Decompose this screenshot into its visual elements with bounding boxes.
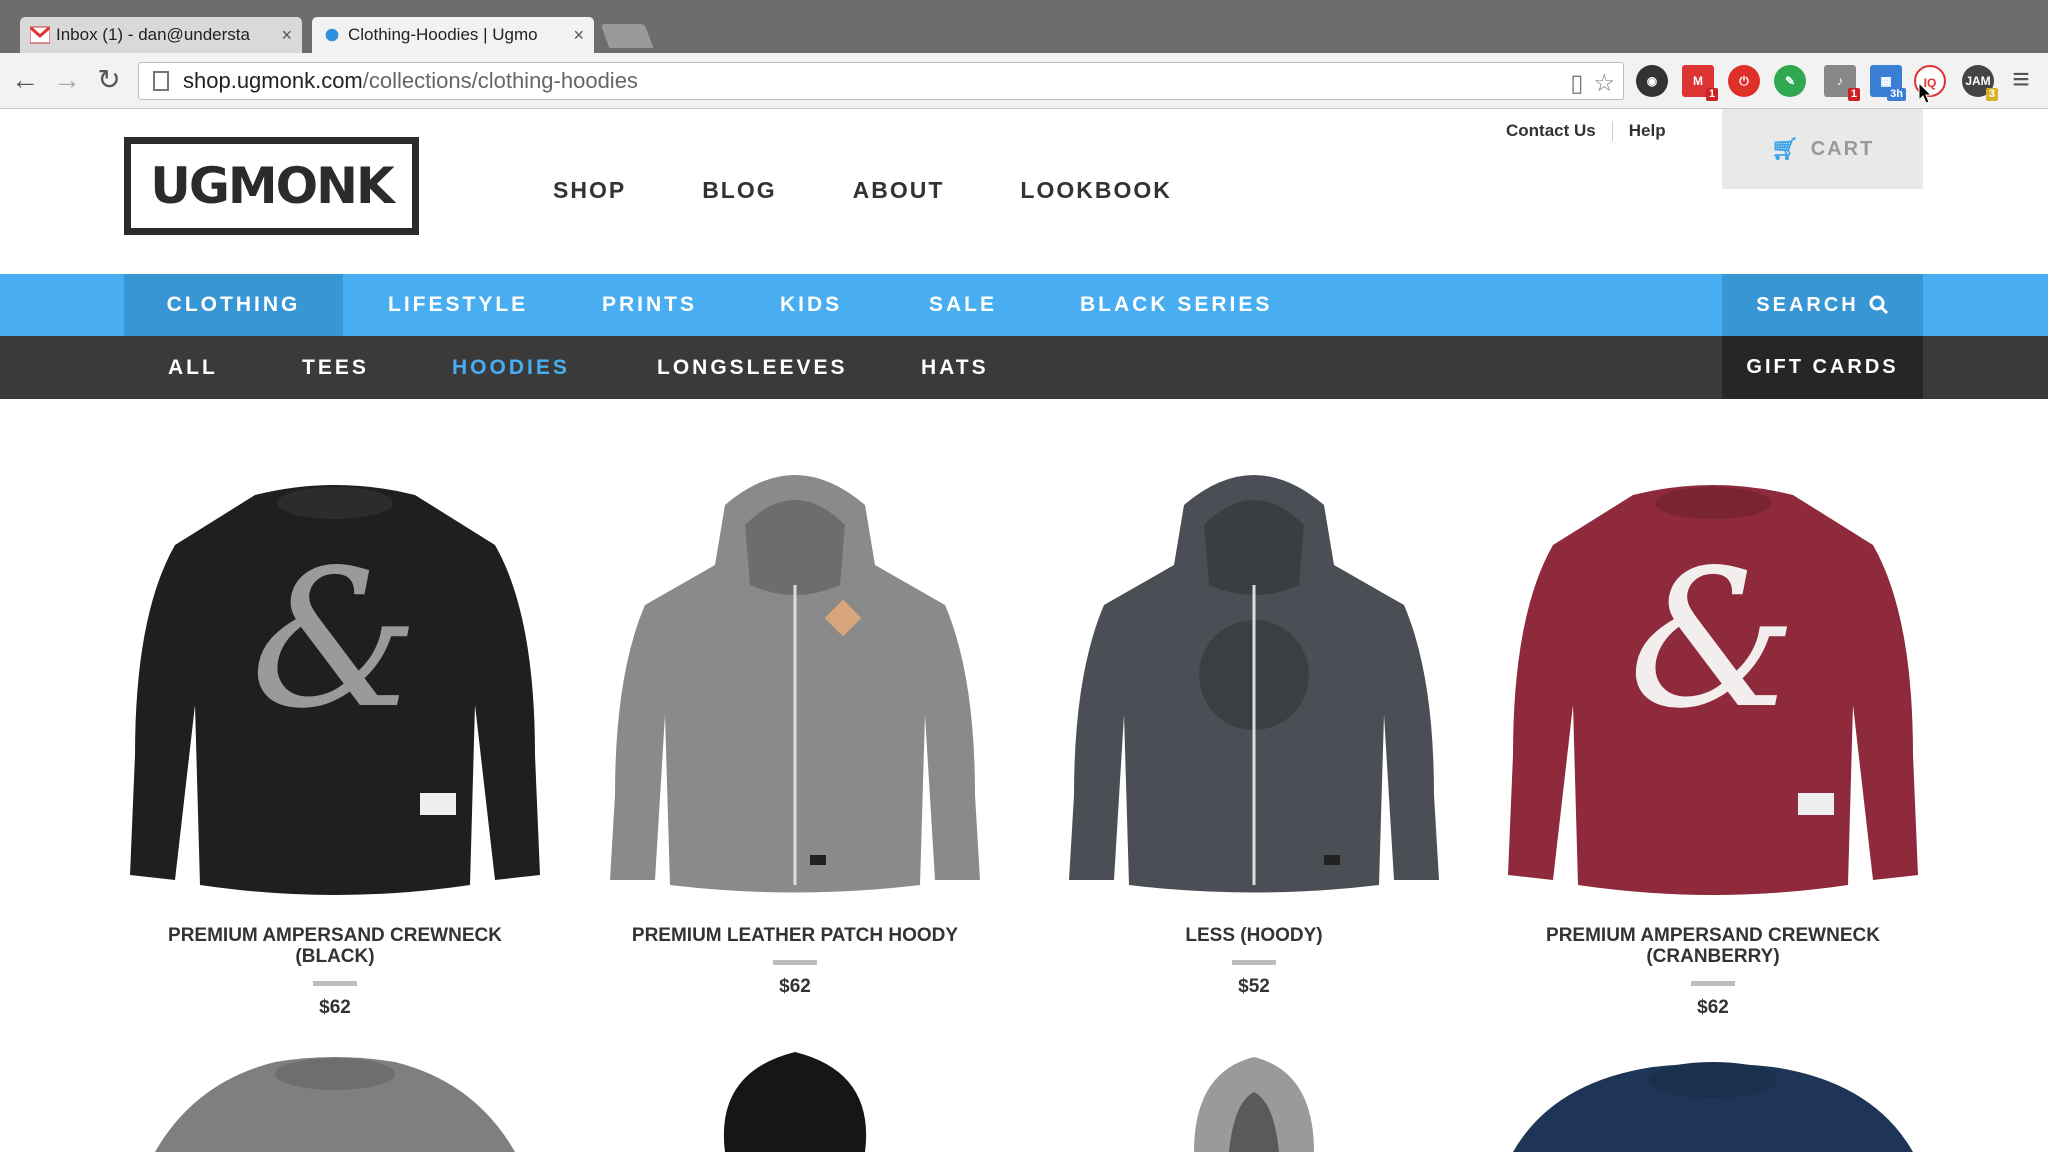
notification-bell-icon[interactable]: ♪ 1 — [1824, 65, 1860, 101]
product-image-partial[interactable] — [575, 1052, 1015, 1152]
product-price: $62 — [319, 997, 351, 1018]
color-picker-extension-icon[interactable]: ◉ — [1636, 65, 1668, 97]
product-image-crewneck-black[interactable]: & — [115, 455, 555, 905]
subcategory-bar: ALL TEES HOODIES LONGSLEEVES HATS GIFT C… — [0, 336, 2048, 399]
divider — [773, 960, 817, 965]
tab-ugmonk[interactable]: Clothing-Hoodies | Ugmo × — [312, 17, 594, 53]
badge-count: 1 — [1847, 88, 1860, 101]
close-tab-icon[interactable]: × — [281, 25, 292, 46]
category-sale[interactable]: SALE — [929, 274, 997, 336]
nav-lookbook[interactable]: LOOKBOOK — [1020, 177, 1171, 204]
badge-count: 1 — [1705, 88, 1718, 101]
search-icon — [1869, 295, 1888, 315]
subcategory-hoodies[interactable]: HOODIES — [452, 336, 570, 399]
divider — [1611, 121, 1613, 141]
product-image-partial[interactable] — [1034, 1052, 1474, 1152]
product-name[interactable]: PREMIUM AMPERSAND CREWNECK (BLACK) — [115, 925, 555, 967]
divider — [1691, 981, 1735, 986]
nav-about[interactable]: ABOUT — [853, 177, 945, 204]
product-name[interactable]: PREMIUM LEATHER PATCH HOODY — [575, 925, 1015, 946]
search-button[interactable]: SEARCH — [1722, 274, 1923, 336]
product-card[interactable]: PREMIUM LEATHER PATCH HOODY $62 — [575, 455, 1015, 998]
tab-gmail[interactable]: Inbox (1) - dan@understa × — [20, 17, 302, 53]
nav-shop[interactable]: SHOP — [553, 177, 626, 204]
subcategory-all[interactable]: ALL — [168, 336, 218, 399]
divider — [313, 981, 357, 986]
browser-tab-strip: Inbox (1) - dan@understa × Clothing-Hood… — [0, 0, 2048, 53]
help-link[interactable]: Help — [1629, 121, 1666, 141]
calendar-extension-icon[interactable]: ▦ 3h — [1870, 65, 1906, 101]
tab-label: Inbox (1) - dan@understa — [56, 25, 250, 44]
category-bar: CLOTHING LIFESTYLE PRINTS KIDS SALE BLAC… — [0, 274, 2048, 336]
category-prints[interactable]: PRINTS — [602, 274, 697, 336]
address-bar[interactable]: shop.ugmonk.com/collections/clothing-hoo… — [138, 62, 1624, 100]
category-black-series[interactable]: BLACK SERIES — [1080, 274, 1272, 336]
cart-icon: 🛒︎ — [1770, 136, 1801, 161]
back-icon[interactable]: ← — [8, 63, 42, 97]
product-image-crewneck-cranberry[interactable]: & — [1493, 455, 1933, 905]
power-extension-icon[interactable]: ⏻ — [1728, 65, 1760, 97]
page-icon — [153, 71, 169, 91]
svg-text:&: & — [1628, 529, 1797, 750]
search-label: SEARCH — [1756, 293, 1859, 316]
cart-label: CART — [1810, 137, 1875, 160]
url-host: shop.ugmonk.com — [183, 68, 363, 93]
product-card[interactable]: & PREMIUM AMPERSAND CREWNECK (CRANBERRY)… — [1493, 455, 1933, 1019]
reload-icon[interactable]: ↻ — [92, 63, 126, 97]
menu-icon[interactable]: ≡ — [2004, 63, 2038, 97]
badge-count: 3h — [1887, 88, 1906, 101]
evernote-extension-icon[interactable]: ✎ — [1774, 65, 1806, 97]
category-lifestyle[interactable]: LIFESTYLE — [388, 274, 528, 336]
new-tab-button[interactable] — [600, 24, 654, 48]
globe-icon — [325, 28, 339, 42]
main-nav: SHOP BLOG ABOUT LOOKBOOK — [553, 177, 1172, 204]
category-clothing[interactable]: CLOTHING — [124, 274, 343, 336]
forward-icon[interactable]: → — [50, 63, 84, 97]
gift-cards-button[interactable]: GIFT CARDS — [1722, 336, 1923, 399]
svg-text:&: & — [250, 529, 419, 750]
url-path: /collections/clothing-hoodies — [362, 68, 638, 93]
product-image-partial[interactable] — [1493, 1052, 1933, 1152]
jam-extension-icon[interactable]: JAM 3 — [1962, 65, 1998, 101]
product-image-leather-patch-hoody[interactable] — [575, 455, 1015, 905]
mouse-cursor-icon — [1918, 82, 1932, 104]
subcategory-tees[interactable]: TEES — [302, 336, 369, 399]
gmail-icon — [30, 26, 50, 44]
subcategory-longsleeves[interactable]: LONGSLEEVES — [657, 336, 848, 399]
bookmark-star-icon[interactable]: ☆ — [1593, 69, 1615, 98]
product-name[interactable]: PREMIUM AMPERSAND CREWNECK (CRANBERRY) — [1493, 925, 1933, 967]
product-image-partial[interactable] — [115, 1052, 555, 1152]
product-image-less-hoody[interactable] — [1034, 455, 1474, 905]
gmail-extension-icon[interactable]: M1 — [1682, 65, 1718, 101]
product-price: $52 — [1238, 976, 1270, 997]
product-price: $62 — [779, 976, 811, 997]
subcategory-hats[interactable]: HATS — [921, 336, 989, 399]
tab-label: Clothing-Hoodies | Ugmo — [348, 25, 538, 44]
badge-count: 3 — [1985, 88, 1998, 101]
contact-us-link[interactable]: Contact Us — [1506, 121, 1596, 141]
product-card[interactable]: LESS (HOODY) $52 — [1034, 455, 1474, 998]
product-card[interactable]: & PREMIUM AMPERSAND CREWNECK (BLACK) $62 — [115, 455, 555, 1019]
product-price: $62 — [1697, 997, 1729, 1018]
nav-blog[interactable]: BLOG — [702, 177, 776, 204]
browser-toolbar: ← → ↻ shop.ugmonk.com/collections/clothi… — [0, 53, 2048, 109]
product-name[interactable]: LESS (HOODY) — [1034, 925, 1474, 946]
logo-text: UGMONK — [150, 157, 394, 215]
site-logo[interactable]: UGMONK — [124, 137, 419, 235]
reader-icon[interactable]: ▯ — [1570, 69, 1583, 98]
utility-links: Contact Us Help — [1506, 121, 1666, 141]
divider — [1232, 960, 1276, 965]
cart-button[interactable]: 🛒︎ CART — [1722, 109, 1923, 189]
category-kids[interactable]: KIDS — [780, 274, 842, 336]
close-tab-icon[interactable]: × — [573, 25, 584, 46]
